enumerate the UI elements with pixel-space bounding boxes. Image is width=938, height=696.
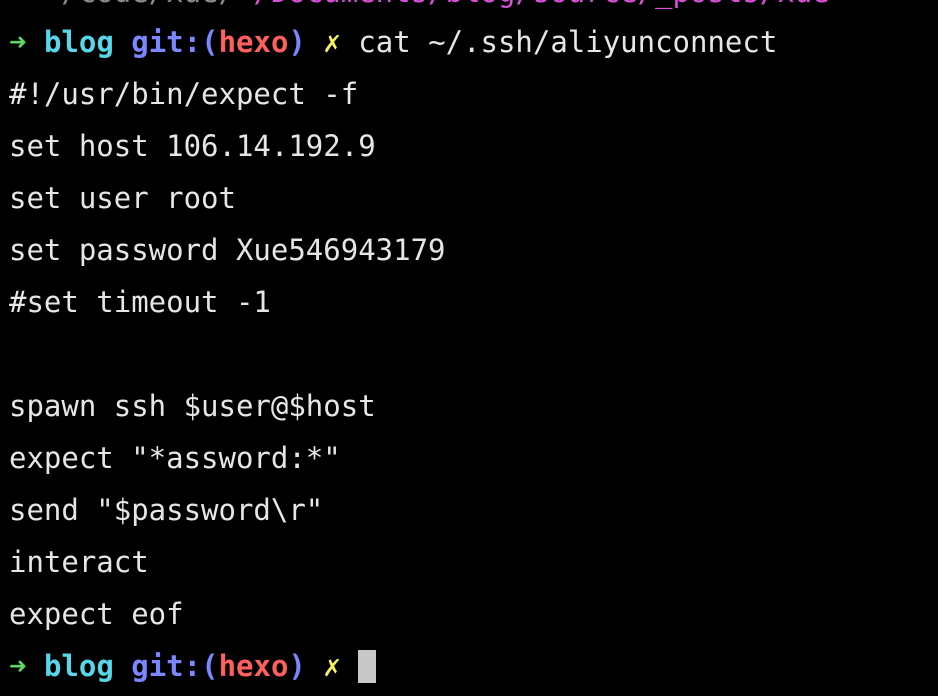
output-line: send "$password\r": [9, 493, 324, 527]
prompt-git-label: git:: [131, 649, 202, 683]
output-line: expect eof: [9, 597, 184, 631]
prompt-paren-close: ): [288, 649, 306, 683]
command-text: cat ~/.ssh/aliyunconnect: [358, 25, 778, 59]
output-line: #set timeout -1: [9, 285, 271, 319]
output-line: expect "*assword:*": [9, 441, 341, 475]
output-line: set password Xue546943179: [9, 233, 446, 267]
output-line: interact: [9, 545, 149, 579]
output-line: set user root: [9, 181, 236, 215]
prompt-line-1: ➜ blog git:(hexo) ✗ cat ~/.ssh/aliyuncon…: [9, 16, 777, 68]
prompt-git-label: git:: [131, 25, 202, 59]
output-line: #!/usr/bin/expect -f: [9, 77, 359, 111]
text-cursor[interactable]: [358, 649, 377, 683]
output-line: set host 106.14.192.9: [9, 129, 376, 163]
prompt-branch: hexo: [218, 25, 289, 59]
prompt-directory: blog: [43, 649, 114, 683]
dirty-mark-icon: ✗: [323, 25, 341, 59]
cutoff-path: ~/Documents/blog/source/_posts/xue: [236, 0, 830, 9]
prompt-paren-open: (: [201, 649, 219, 683]
terminal-window[interactable]: ~/code/xue/~/Documents/blog/source/_post…: [0, 0, 938, 696]
prompt-directory: blog: [43, 25, 114, 59]
output-line: spawn ssh $user@$host: [9, 389, 376, 423]
prompt-paren-open: (: [201, 25, 219, 59]
prompt-line-2[interactable]: ➜ blog git:(hexo) ✗: [9, 640, 377, 692]
cutoff-prefix: ~/code/xue/: [9, 0, 236, 9]
dirty-mark-icon: ✗: [323, 649, 341, 683]
prompt-paren-close: ): [288, 25, 306, 59]
prompt-arrow-icon: ➜: [9, 25, 27, 59]
prompt-arrow-icon: ➜: [9, 649, 27, 683]
prompt-branch: hexo: [218, 649, 289, 683]
